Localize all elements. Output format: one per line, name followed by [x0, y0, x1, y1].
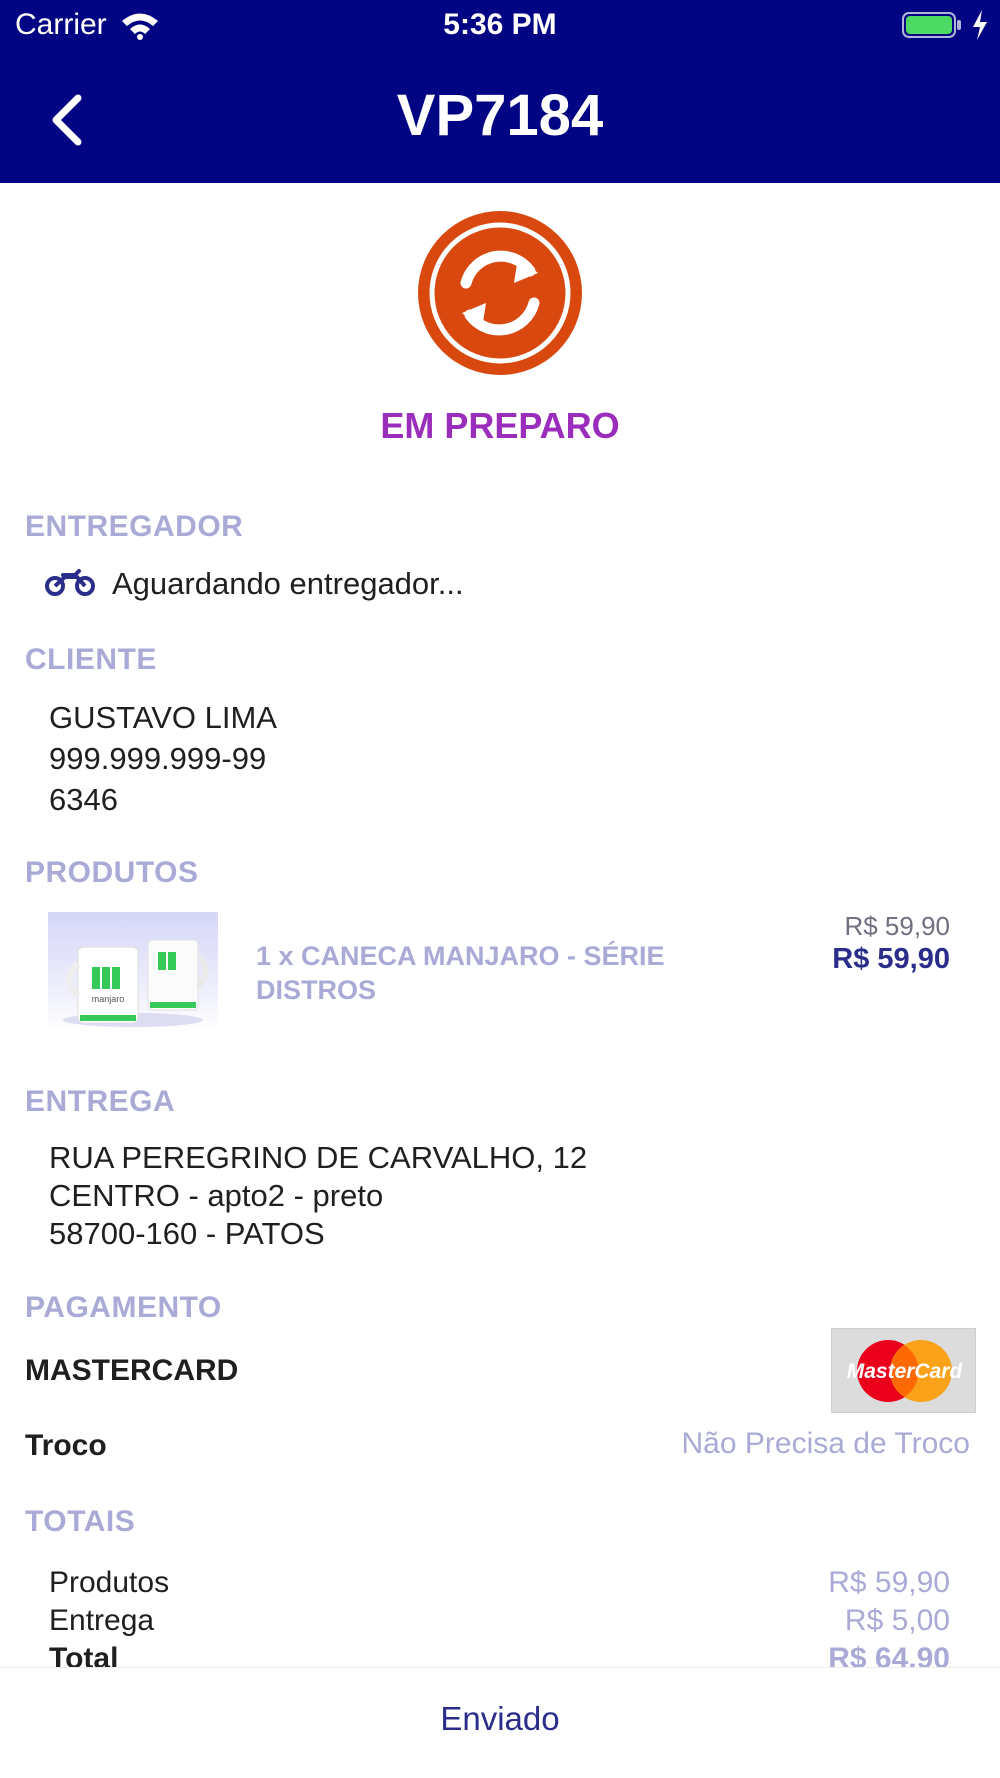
- totals-delivery-value: R$ 5,00: [844, 1604, 950, 1637]
- mastercard-logo: MasterCard: [831, 1328, 976, 1413]
- totals-total-value: R$ 64,90: [828, 1642, 950, 1667]
- mastercard-logo-text: MasterCard: [847, 1360, 964, 1383]
- product-image: manjaro: [48, 912, 218, 1032]
- order-detail-scroll[interactable]: EM PREPARO ENTREGADOR Aguardando entrega…: [0, 183, 1000, 1667]
- change-value: Não Precisa de Troco: [681, 1427, 970, 1460]
- client-document: 999.999.999-99: [49, 741, 267, 776]
- product-total-price: R$ 59,90: [832, 943, 950, 975]
- totals-delivery-label: Entrega: [49, 1604, 155, 1637]
- clock-time: 5:36 PM: [443, 8, 557, 41]
- client-code: 6346: [49, 782, 118, 817]
- charging-bolt-icon: [973, 10, 987, 40]
- totals-products-label: Produtos: [49, 1566, 170, 1599]
- page-title: VP7184: [396, 83, 604, 148]
- battery-icon: [902, 12, 961, 38]
- motorcycle-icon: [45, 569, 95, 596]
- totals-products-value: R$ 59,90: [828, 1566, 950, 1599]
- product-item-name: 1 x CANECA MANJARO - SÉRIE DISTROS: [256, 941, 665, 1005]
- delivery-address-line2: CENTRO - apto2 - preto: [49, 1178, 384, 1213]
- refresh-icon: [418, 211, 582, 375]
- payment-method: MASTERCARD: [25, 1354, 239, 1387]
- delivery-address-line3: 58700-160 - PATOS: [49, 1216, 325, 1251]
- section-title-client: CLIENTE: [25, 643, 157, 676]
- mug-illustration: manjaro: [63, 939, 209, 1027]
- section-title-courier: ENTREGADOR: [25, 510, 244, 543]
- bottom-action-bar: Enviado: [0, 1667, 1000, 1778]
- sent-button[interactable]: Enviado: [0, 1700, 1000, 1738]
- delivery-address-line1: RUA PEREGRINO DE CARVALHO, 12: [49, 1140, 588, 1175]
- product-image-text: manjaro: [92, 994, 125, 1004]
- section-title-totals: TOTAIS: [25, 1505, 136, 1538]
- order-status-label: EM PREPARO: [380, 405, 620, 446]
- product-unit-price: R$ 59,90: [844, 911, 950, 941]
- section-title-delivery: ENTREGA: [25, 1085, 176, 1118]
- status-bar: Carrier 5:36 PM: [0, 0, 1000, 50]
- navigation-header: Carrier 5:36 PM VP7184: [0, 0, 1000, 183]
- section-title-payment: PAGAMENTO: [25, 1291, 222, 1324]
- change-label: Troco: [25, 1429, 107, 1462]
- client-name: GUSTAVO LIMA: [49, 700, 277, 735]
- courier-status-text: Aguardando entregador...: [112, 566, 464, 601]
- section-title-products: PRODUTOS: [25, 856, 199, 889]
- totals-total-label: Total: [49, 1642, 119, 1667]
